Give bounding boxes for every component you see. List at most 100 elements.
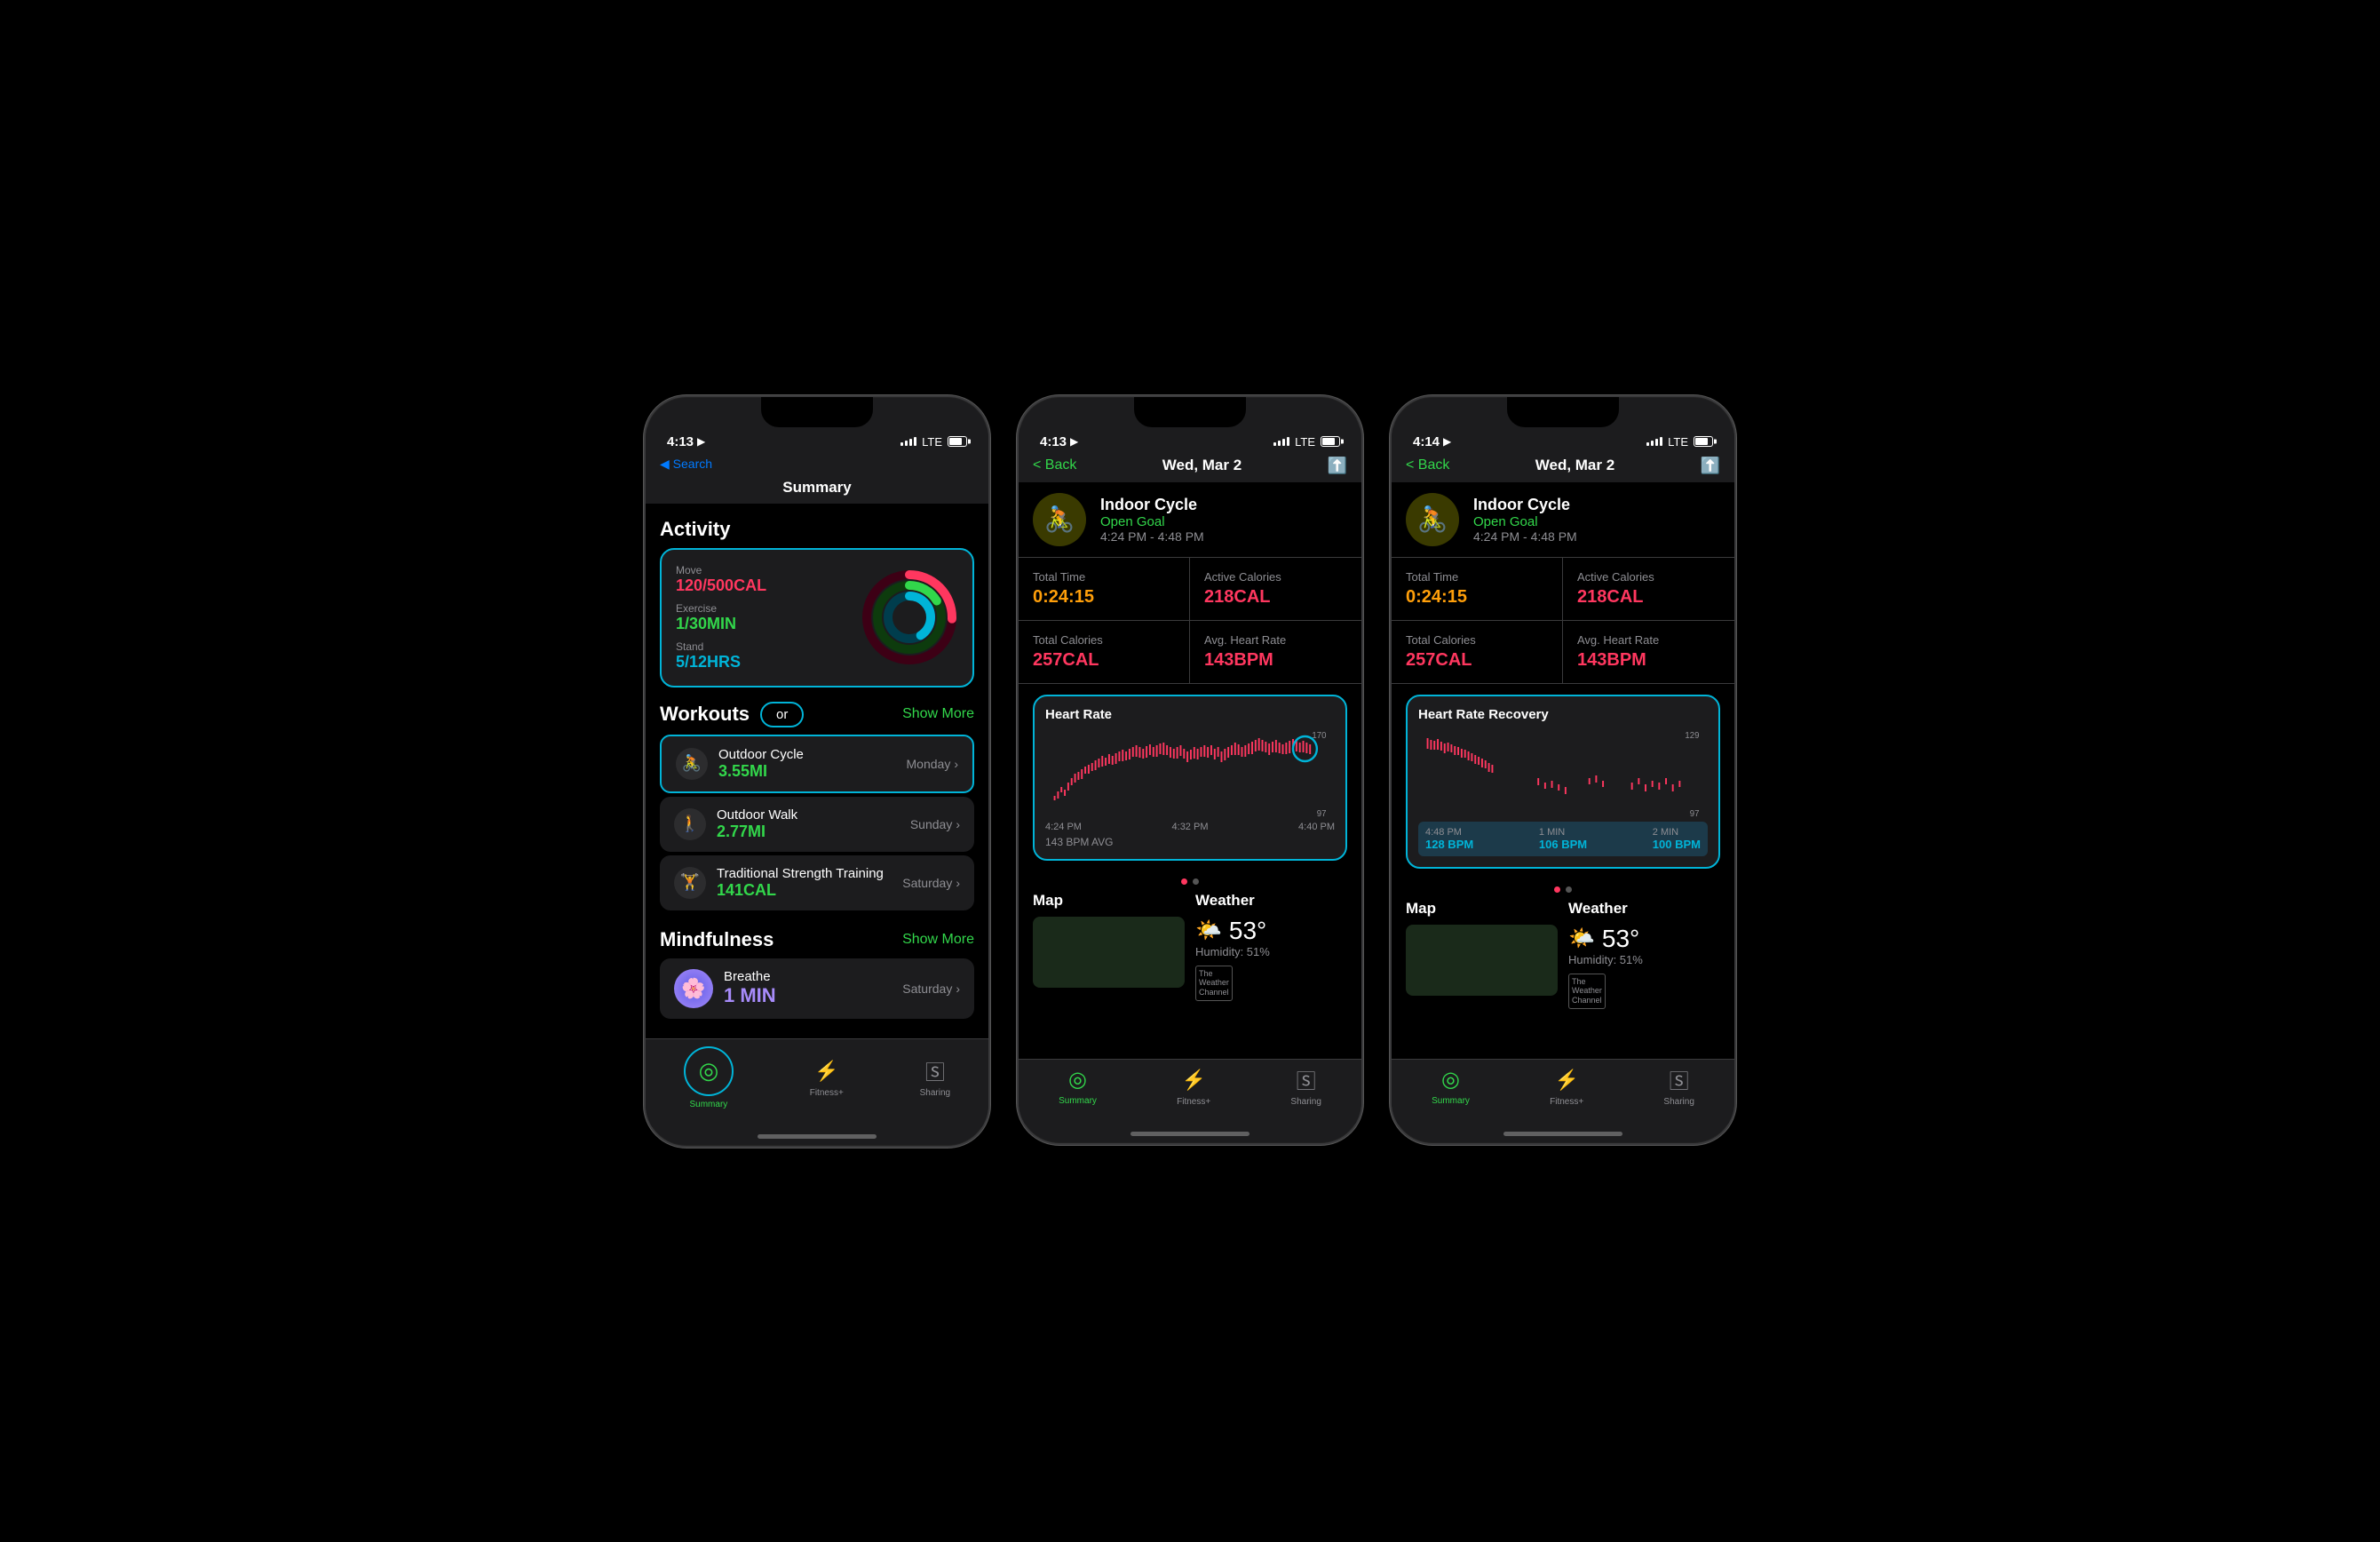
summary-tab-label-1: Summary — [690, 1100, 728, 1109]
heart-rate-chart-2: Heart Rate 170 97 — [1033, 695, 1347, 861]
tab-sharing-2[interactable]: 🅂 Sharing — [1290, 1067, 1321, 1107]
mindfulness-card[interactable]: 🌸 Breathe 1 MIN Saturday › — [660, 958, 974, 1019]
workout-value-1: 2.77MI — [717, 823, 900, 841]
phone-notch-2 — [1134, 397, 1246, 427]
workout-day-2: Saturday › — [902, 876, 960, 890]
share-btn-3[interactable]: ⬆️ — [1701, 457, 1720, 475]
stat-heart-rate-2: Avg. Heart Rate 143BPM — [1190, 621, 1361, 684]
move-stat: Move 120/500CAL — [676, 564, 766, 595]
workout-item-1[interactable]: 🚶 Outdoor Walk 2.77MI Sunday › — [660, 797, 974, 852]
workouts-header: Workouts or Show More — [646, 688, 988, 735]
stat-total-cal-3: Total Calories 257CAL — [1392, 621, 1563, 684]
indoor-cycle-icon-3: 🚴 — [1406, 493, 1459, 546]
search-back-1[interactable]: ◀ Search — [660, 457, 712, 472]
back-btn-2[interactable]: < Back — [1033, 457, 1076, 473]
workout-goal-3: Open Goal — [1473, 514, 1577, 529]
chart-labels-2: 4:24 PM 4:32 PM 4:40 PM — [1045, 822, 1335, 832]
activity-stats: Move 120/500CAL Exercise 1/30MIN Stand 5… — [676, 564, 766, 672]
fitness-tab-icon-1: ⚡ — [813, 1058, 840, 1085]
workout-item-2[interactable]: 🏋️ Traditional Strength Training 141CAL … — [660, 855, 974, 910]
workout-header-2: 🚴 Indoor Cycle Open Goal 4:24 PM - 4:48 … — [1019, 482, 1361, 557]
map-weather-2: Map Weather 🌤️ 53° Humidity: 51% TheWeat… — [1019, 892, 1361, 1012]
mindfulness-day: Saturday › — [902, 982, 960, 996]
weather-temp-3: 53° — [1602, 925, 1639, 953]
signal-bars-2 — [1273, 437, 1289, 446]
tab-summary-2[interactable]: ◎ Summary — [1059, 1067, 1097, 1106]
mindfulness-duration: 1 MIN — [724, 984, 892, 1007]
mindfulness-info: Breathe 1 MIN — [724, 969, 892, 1007]
phone-2-content: < Back Wed, Mar 2 ⬆️ 🚴 Indoor Cycle Open… — [1019, 453, 1361, 1059]
tab-sharing-1[interactable]: 🅂 Sharing — [920, 1058, 950, 1098]
sharing-tab-icon-3: 🅂 — [1666, 1067, 1693, 1093]
workout-item-0[interactable]: 🚴 Outdoor Cycle 3.55MI Monday › — [660, 735, 974, 793]
status-time-3: 4:14 — [1413, 434, 1440, 449]
battery-1 — [948, 436, 967, 447]
tab-summary-1[interactable]: ◎ Summary — [684, 1046, 734, 1109]
stat-total-time-2: Total Time 0:24:15 — [1019, 558, 1190, 621]
workout-header-3: 🚴 Indoor Cycle Open Goal 4:24 PM - 4:48 … — [1392, 482, 1734, 557]
mindfulness-name: Breathe — [724, 969, 892, 984]
weather-channel-logo-3: TheWeatherChannel — [1568, 974, 1606, 1009]
summary-tab-icon-3: ◎ — [1441, 1067, 1460, 1093]
fitness-tab-label-1: Fitness+ — [810, 1088, 844, 1098]
or-button[interactable]: or — [760, 702, 804, 727]
tab-fitness-1[interactable]: ⚡ Fitness+ — [810, 1058, 844, 1098]
dot-2-2 — [1193, 878, 1199, 885]
weather-humidity-3: Humidity: 51% — [1568, 953, 1720, 966]
stat-total-time-3: Total Time 0:24:15 — [1392, 558, 1563, 621]
workout-time-range-3: 4:24 PM - 4:48 PM — [1473, 529, 1577, 544]
weather-icon-3: 🌤️ — [1568, 926, 1595, 951]
location-icon-2: ▶ — [1070, 435, 1078, 448]
workout-title-section-2: Indoor Cycle Open Goal 4:24 PM - 4:48 PM — [1100, 496, 1204, 544]
workout-name-1: Outdoor Walk — [717, 807, 900, 823]
activity-rings — [861, 568, 958, 666]
move-value: 120/500CAL — [676, 576, 766, 595]
dot-indicators-2 — [1019, 871, 1361, 892]
tab-sharing-3[interactable]: 🅂 Sharing — [1663, 1067, 1694, 1107]
activity-title: Activity — [660, 518, 730, 541]
workout-type-2: Indoor Cycle — [1100, 496, 1204, 514]
mindfulness-header: Mindfulness Show More — [646, 914, 988, 958]
location-icon-3: ▶ — [1443, 435, 1451, 448]
map-placeholder-3 — [1406, 925, 1558, 996]
chart-area-2: 170 97 — [1045, 729, 1335, 818]
walk-icon: 🚶 — [674, 808, 706, 840]
lte-label-3: LTE — [1668, 435, 1688, 449]
dot-2-3 — [1566, 886, 1572, 893]
phone-2: 4:13 ▶ LTE < Back Wed, Mar 2 ⬆ — [1017, 395, 1363, 1145]
phone-1-content: ◀ Search Summary Activity Move 120/500CA… — [646, 453, 988, 1038]
status-icons-3: LTE — [1646, 435, 1713, 449]
status-bar-3: 4:14 ▶ LTE — [1392, 427, 1734, 453]
svg-text:129: 129 — [1685, 730, 1699, 740]
workout-title-section-3: Indoor Cycle Open Goal 4:24 PM - 4:48 PM — [1473, 496, 1577, 544]
status-bar-1: 4:13 ▶ LTE — [646, 427, 988, 453]
mindfulness-show-more[interactable]: Show More — [902, 932, 974, 948]
status-icons-2: LTE — [1273, 435, 1340, 449]
tab-summary-3[interactable]: ◎ Summary — [1432, 1067, 1470, 1106]
phones-container: 4:13 ▶ LTE ◀ Search — [644, 395, 1736, 1148]
workouts-show-more[interactable]: Show More — [902, 706, 974, 722]
fitness-tab-label-3: Fitness+ — [1550, 1097, 1583, 1107]
share-btn-2[interactable]: ⬆️ — [1328, 457, 1347, 475]
workout-info-1: Outdoor Walk 2.77MI — [717, 807, 900, 841]
tab-bar-1: ◎ Summary ⚡ Fitness+ 🅂 Sharing — [646, 1038, 988, 1127]
weather-humidity-2: Humidity: 51% — [1195, 945, 1347, 958]
sharing-tab-label-1: Sharing — [920, 1088, 950, 1098]
workout-value-0: 3.55MI — [718, 762, 896, 781]
indoor-cycle-icon-2: 🚴 — [1033, 493, 1086, 546]
activity-card[interactable]: Move 120/500CAL Exercise 1/30MIN Stand 5… — [660, 548, 974, 688]
cycle-icon: 🚴 — [676, 748, 708, 780]
stats-grid-2: Total Time 0:24:15 Active Calories 218CA… — [1019, 557, 1361, 684]
stand-label: Stand — [676, 640, 766, 653]
back-btn-3[interactable]: < Back — [1406, 457, 1449, 473]
breathe-icon: 🌸 — [674, 969, 713, 1008]
mindfulness-title: Mindfulness — [660, 928, 774, 951]
tab-fitness-2[interactable]: ⚡ Fitness+ — [1177, 1067, 1210, 1107]
stand-value: 5/12HRS — [676, 653, 766, 672]
chart-area-3: 129 97 — [1418, 729, 1708, 818]
workout-goal-2: Open Goal — [1100, 514, 1204, 529]
phone-3-content: < Back Wed, Mar 2 ⬆️ 🚴 Indoor Cycle Open… — [1392, 453, 1734, 1059]
phone-3: 4:14 ▶ LTE < Back Wed, Mar 2 ⬆ — [1390, 395, 1736, 1145]
weather-icon-2: 🌤️ — [1195, 918, 1222, 943]
tab-fitness-3[interactable]: ⚡ Fitness+ — [1550, 1067, 1583, 1107]
